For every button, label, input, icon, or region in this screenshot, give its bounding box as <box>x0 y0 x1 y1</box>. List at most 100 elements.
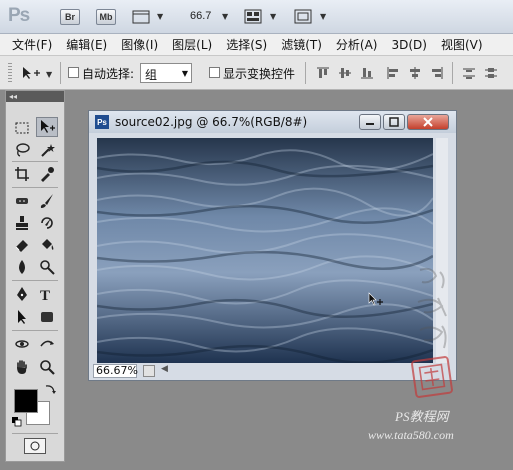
quick-mask-button[interactable] <box>24 438 46 454</box>
zoom-field[interactable]: 66.67% <box>93 364 138 378</box>
brush-tool[interactable] <box>36 191 58 211</box>
clone-stamp-tool[interactable] <box>11 213 33 233</box>
collapse-icon[interactable]: ◂◂ <box>9 92 17 101</box>
align-left-edges-icon[interactable] <box>386 66 400 80</box>
watermark-url: www.tata580.com <box>368 428 454 442</box>
path-selection-icon <box>18 310 26 324</box>
svg-text:▼: ▼ <box>46 70 53 79</box>
healing-brush-tool[interactable] <box>11 191 33 211</box>
menu-edit[interactable]: 编辑(E) <box>66 36 107 53</box>
align-vertical-centers-icon[interactable] <box>338 66 352 80</box>
auto-select-value: 组 <box>145 68 158 82</box>
history-brush-tool[interactable] <box>36 213 58 233</box>
tool-divider <box>12 161 58 162</box>
chevron-down-icon[interactable]: ▼ <box>157 12 163 21</box>
rectangle-tool[interactable] <box>36 307 58 327</box>
chevron-down-icon[interactable]: ▼ <box>320 12 326 21</box>
pen-tool[interactable] <box>11 284 33 304</box>
path-selection-tool[interactable] <box>11 307 33 327</box>
paint-bucket-tool[interactable] <box>36 235 58 255</box>
menu-select[interactable]: 选择(S) <box>226 36 267 53</box>
document-status-bar: 66.67% ◀ <box>93 364 443 379</box>
brush-icon <box>40 194 53 208</box>
svg-text:T: T <box>40 288 50 302</box>
application-bar: Ps Br Mb ▼ 66.7 ▼ ▼ ▼ <box>0 0 513 34</box>
minimize-icon <box>366 123 374 125</box>
chevron-down-icon[interactable]: ▼ <box>270 12 276 21</box>
hand-tool[interactable] <box>11 357 33 377</box>
align-right-edges-icon[interactable] <box>430 66 444 80</box>
menu-filter[interactable]: 滤镜(T) <box>281 36 322 53</box>
3d-orbit-icon <box>40 340 54 347</box>
blur-tool[interactable] <box>11 257 33 277</box>
minimize-button[interactable] <box>359 114 381 130</box>
history-brush-icon <box>41 217 53 229</box>
tool-divider <box>12 280 58 281</box>
foreground-color-swatch-top[interactable] <box>14 389 38 413</box>
dodge-tool[interactable] <box>36 257 58 277</box>
arrange-documents-icon[interactable] <box>244 9 264 25</box>
mini-bridge-button[interactable]: Mb <box>96 9 116 25</box>
document-title: source02.jpg @ 66.7%(RGB/8#) <box>115 115 308 129</box>
maximize-icon <box>389 117 399 127</box>
magic-wand-tool[interactable] <box>36 140 58 160</box>
auto-select-checkbox[interactable] <box>68 67 79 78</box>
align-top-edges-icon[interactable] <box>316 66 330 80</box>
scroll-left-icon[interactable]: ◀ <box>161 364 168 374</box>
align-horizontal-centers-icon[interactable] <box>408 66 422 80</box>
menu-bar: 文件(F) 编辑(E) 图像(I) 图层(L) 选择(S) 滤镜(T) 分析(A… <box>0 34 513 56</box>
tool-divider <box>12 433 58 434</box>
marquee-icon <box>15 122 29 134</box>
lasso-icon <box>16 143 30 157</box>
crop-tool[interactable] <box>11 164 33 184</box>
menu-analysis[interactable]: 分析(A) <box>336 36 378 53</box>
image-canvas[interactable] <box>97 138 433 363</box>
menu-image[interactable]: 图像(I) <box>121 36 158 53</box>
document-title-bar[interactable]: Ps source02.jpg @ 66.7%(RGB/8#) <box>89 111 456 133</box>
default-colors-icon[interactable] <box>12 417 22 427</box>
status-menu-button[interactable] <box>143 365 155 377</box>
tool-preset-picker[interactable]: ▼ <box>20 65 56 81</box>
lasso-tool[interactable] <box>11 140 33 160</box>
pen-icon <box>17 287 27 301</box>
zoom-level-display[interactable]: 66.7 <box>190 10 211 22</box>
bridge-button[interactable]: Br <box>60 9 80 25</box>
eyedropper-tool[interactable] <box>36 164 58 184</box>
toolbox-panel: ◂◂ T <box>5 90 65 462</box>
zoom-tool[interactable] <box>36 357 58 377</box>
close-button[interactable] <box>407 114 449 130</box>
marquee-tool[interactable] <box>11 118 33 138</box>
options-bar-grip[interactable] <box>8 63 12 83</box>
auto-select-label: 自动选择: <box>82 67 135 81</box>
healing-brush-icon <box>16 198 28 204</box>
menu-3d[interactable]: 3D(D) <box>391 38 426 52</box>
distribute-vertical-icon[interactable] <box>484 66 498 80</box>
show-transform-checkbox[interactable] <box>209 67 220 78</box>
photoshop-logo: Ps <box>8 5 30 26</box>
chevron-down-icon[interactable]: ▼ <box>222 12 228 21</box>
auto-select-dropdown[interactable]: 组 ▼ <box>140 63 192 83</box>
3d-rotate-tool[interactable] <box>11 334 33 354</box>
show-transform-label: 显示变换控件 <box>223 67 296 81</box>
swap-colors-icon[interactable] <box>44 383 56 395</box>
divider <box>60 62 61 84</box>
maximize-button[interactable] <box>383 114 405 130</box>
3d-orbit-tool[interactable] <box>36 334 58 354</box>
document-window: Ps source02.jpg @ 66.7%(RGB/8#) 66.67% ◀ <box>88 110 457 381</box>
eraser-icon <box>15 240 28 252</box>
type-tool[interactable]: T <box>36 284 58 304</box>
watermark-seal <box>410 355 454 399</box>
distribute-top-icon[interactable] <box>462 66 476 80</box>
view-extras-icon[interactable] <box>132 9 152 25</box>
type-icon: T <box>40 288 50 302</box>
menu-view[interactable]: 视图(V) <box>441 36 483 53</box>
move-tool[interactable] <box>36 117 58 137</box>
seal-glyph <box>418 363 446 391</box>
menu-layer[interactable]: 图层(L) <box>172 36 212 53</box>
tool-divider <box>12 187 58 188</box>
toolbox-header[interactable]: ◂◂ <box>6 91 64 102</box>
menu-file[interactable]: 文件(F) <box>12 36 52 53</box>
align-bottom-edges-icon[interactable] <box>360 66 374 80</box>
screen-mode-icon[interactable] <box>294 9 314 25</box>
eraser-tool[interactable] <box>11 235 33 255</box>
